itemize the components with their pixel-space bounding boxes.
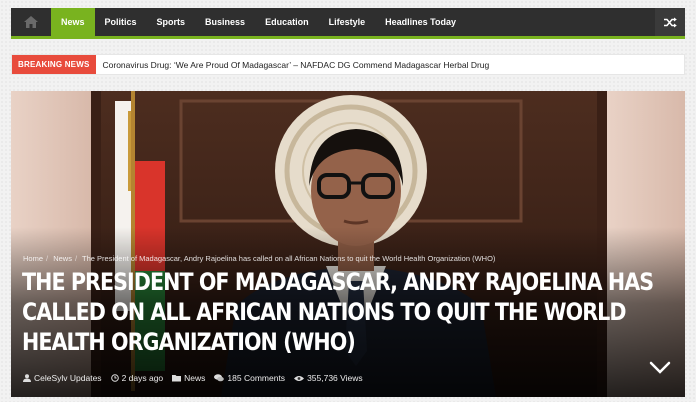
nav-item-headlines-today[interactable]: Headlines Today xyxy=(375,8,466,36)
breaking-news-label: BREAKING NEWS xyxy=(12,55,96,74)
eye-icon xyxy=(294,375,305,381)
breadcrumb-current: The President of Madagascar, Andry Rajoe… xyxy=(82,254,496,263)
comments-count: 185 Comments xyxy=(227,373,286,383)
article-title[interactable]: The President of Madagascar, Andry Rajoe… xyxy=(22,267,662,357)
breadcrumb-news-link[interactable]: News xyxy=(53,254,72,263)
nav-item-sports[interactable]: Sports xyxy=(147,8,196,36)
random-article-button[interactable] xyxy=(655,8,685,36)
main-navbar: News Politics Sports Business Education … xyxy=(11,8,685,39)
article-meta: CeleSylv Updates 2 days ago News 185 Com… xyxy=(23,373,363,383)
breadcrumb-separator: / xyxy=(74,254,78,263)
views-count: 355,736 Views xyxy=(294,373,363,383)
user-icon xyxy=(23,374,31,382)
clock-icon xyxy=(110,374,119,382)
folder-icon xyxy=(172,375,182,382)
home-icon xyxy=(24,16,38,28)
shuffle-icon xyxy=(663,17,677,27)
nav-item-news[interactable]: News xyxy=(51,8,95,36)
featured-article-hero[interactable]: Home / News / The President of Madagascar,… xyxy=(11,91,685,397)
breaking-news-ticker: BREAKING NEWS Coronavirus Drug: ‘We Are … xyxy=(11,54,685,75)
chevron-down-icon[interactable] xyxy=(649,361,671,375)
category-link[interactable]: News xyxy=(172,373,205,383)
views-count-text: 355,736 Views xyxy=(307,373,363,383)
home-button[interactable] xyxy=(11,8,51,36)
nav-item-politics[interactable]: Politics xyxy=(95,8,147,36)
breadcrumb-separator: / xyxy=(46,254,49,263)
nav-item-lifestyle[interactable]: Lifestyle xyxy=(319,8,376,36)
category-name: News xyxy=(184,373,206,383)
nav-item-education[interactable]: Education xyxy=(255,8,319,36)
nav-item-business[interactable]: Business xyxy=(195,8,255,36)
comments-link[interactable]: 185 Comments xyxy=(214,373,285,383)
breaking-news-headline-link[interactable]: Coronavirus Drug: ‘We Are Proud Of Madag… xyxy=(96,60,490,70)
breadcrumb-home-link[interactable]: Home xyxy=(23,254,43,263)
author-link[interactable]: CeleSylv Updates xyxy=(23,373,102,383)
publish-date: 2 days ago xyxy=(110,373,164,383)
publish-date-text: 2 days ago xyxy=(121,373,164,383)
breadcrumb: Home / News / The President of Madagascar,… xyxy=(23,254,498,263)
author-name: CeleSylv Updates xyxy=(34,373,102,383)
comments-icon xyxy=(214,374,225,382)
